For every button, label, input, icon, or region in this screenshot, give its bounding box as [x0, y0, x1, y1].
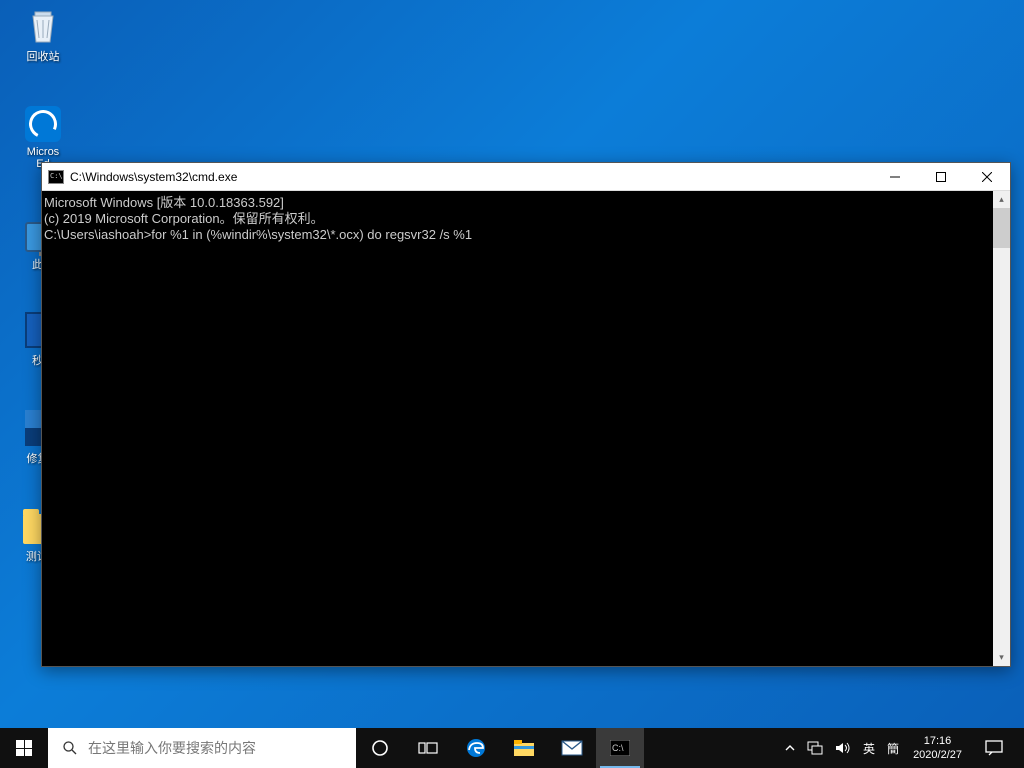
minimize-button[interactable] [872, 163, 918, 190]
tray-ime-lang[interactable]: 英 [857, 728, 881, 768]
terminal-prompt: C:\Users\iashoah>for %1 in (%windir%\sys… [44, 227, 1008, 243]
taskbar-cmd[interactable]: C:\ [596, 728, 644, 768]
network-icon [807, 741, 823, 755]
scroll-up-button[interactable]: ▴ [993, 191, 1010, 208]
cmd-window[interactable]: C:\Windows\system32\cmd.exe Microsoft Wi… [41, 162, 1011, 667]
chevron-up-icon [785, 743, 795, 753]
taskbar-cortana[interactable] [356, 728, 404, 768]
notification-icon [985, 740, 1003, 756]
tray-ime-mode[interactable]: 簡 [881, 728, 905, 768]
mail-icon [561, 740, 583, 756]
tray-overflow[interactable] [779, 728, 801, 768]
taskbar-clock[interactable]: 17:16 2020/2/27 [905, 734, 970, 762]
desktop-icon-recycle-bin[interactable]: 回收站 [8, 6, 78, 64]
desktop-icon-edge[interactable]: Micros Ed [8, 104, 78, 170]
recycle-bin-icon [23, 6, 63, 46]
taskbar-explorer[interactable] [500, 728, 548, 768]
system-tray: 英 簡 17:16 2020/2/27 [779, 728, 1024, 768]
search-placeholder: 在这里输入你要搜索的内容 [88, 738, 256, 758]
taskbar-edge[interactable] [452, 728, 500, 768]
scroll-down-button[interactable]: ▾ [993, 649, 1010, 666]
cmd-terminal[interactable]: Microsoft Windows [版本 10.0.18363.592] (c… [42, 191, 1010, 666]
close-button[interactable] [964, 163, 1010, 190]
terminal-line: (c) 2019 Microsoft Corporation。保留所有权利。 [44, 211, 1008, 227]
taskbar-taskview[interactable] [404, 728, 452, 768]
tray-network[interactable] [801, 728, 829, 768]
cmd-titlebar[interactable]: C:\Windows\system32\cmd.exe [42, 163, 1010, 191]
file-explorer-icon [513, 739, 535, 757]
search-icon [62, 740, 78, 756]
windows-logo-icon [16, 740, 32, 756]
cmd-icon: C:\ [610, 740, 630, 756]
svg-text:C:\: C:\ [612, 743, 624, 753]
taskbar-mail[interactable] [548, 728, 596, 768]
edge-icon [465, 737, 487, 759]
scrollbar[interactable]: ▴ ▾ [993, 191, 1010, 666]
edge-icon [23, 104, 63, 144]
cortana-icon [371, 739, 389, 757]
clock-date: 2020/2/27 [913, 748, 962, 762]
cmd-app-icon [48, 170, 64, 184]
window-title: C:\Windows\system32\cmd.exe [70, 170, 872, 184]
start-button[interactable] [0, 728, 48, 768]
clock-time: 17:16 [913, 734, 962, 748]
icon-label: 回收站 [8, 48, 78, 64]
maximize-button[interactable] [918, 163, 964, 190]
volume-icon [835, 741, 851, 755]
taskbar-notifications[interactable] [970, 740, 1018, 756]
search-box[interactable]: 在这里输入你要搜索的内容 [48, 728, 356, 768]
scroll-thumb[interactable] [993, 208, 1010, 248]
taskbar: 在这里输入你要搜索的内容 C:\ 英 簡 17:16 2020/2/27 [0, 728, 1024, 768]
window-controls [872, 163, 1010, 190]
tray-volume[interactable] [829, 728, 857, 768]
taskview-icon [418, 740, 438, 756]
terminal-line: Microsoft Windows [版本 10.0.18363.592] [44, 195, 1008, 211]
